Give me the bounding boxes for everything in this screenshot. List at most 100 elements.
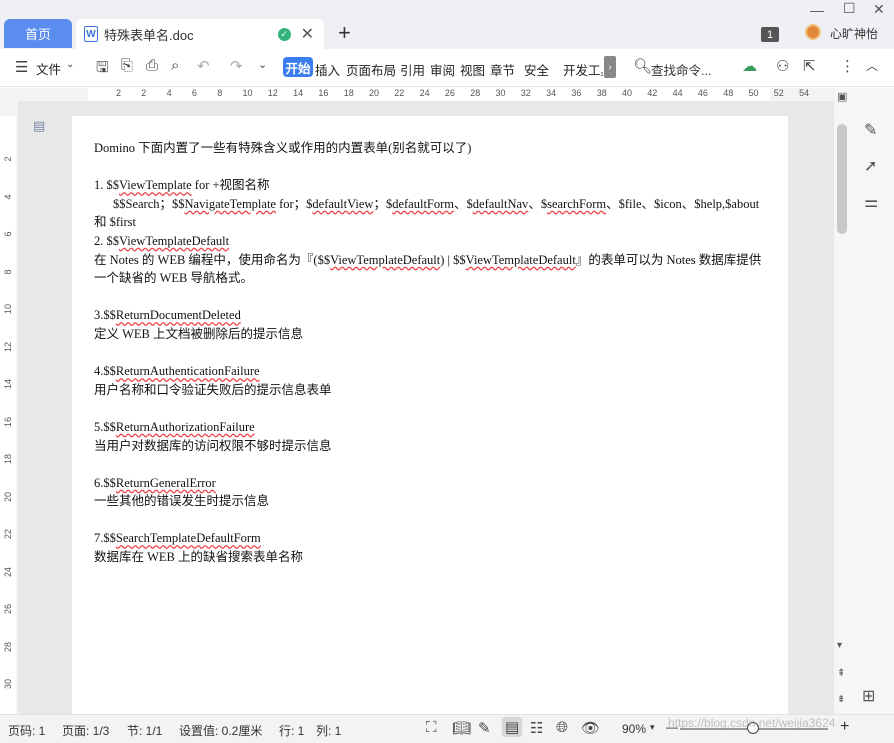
- tab-home[interactable]: 首页: [4, 19, 72, 48]
- search-command[interactable]: 查找命令...: [651, 60, 711, 79]
- cloud-sync-icon[interactable]: ☁: [742, 57, 757, 75]
- doc-line: 5.$$ReturnAuthorizationFailure: [94, 419, 255, 434]
- avatar[interactable]: [805, 24, 821, 40]
- ruler-tick: 42: [647, 88, 658, 98]
- ruler-tick: 44: [672, 88, 683, 98]
- ruler-tick: 34: [546, 88, 557, 98]
- grid-view-icon[interactable]: ⊞: [862, 686, 875, 706]
- ruler-tick: 46: [697, 88, 708, 98]
- ruler-tick: 20: [3, 491, 13, 502]
- doc-line: 3.$$ReturnDocumentDeleted: [94, 308, 241, 323]
- ruler-tick: 52: [773, 88, 784, 98]
- save-icon[interactable]: 🖫: [96, 57, 109, 82]
- pane-toggle-icon[interactable]: ▣: [837, 90, 847, 103]
- word-doc-icon: W: [84, 26, 98, 42]
- ruler-tick: 32: [520, 88, 531, 98]
- doc-line: 7.$$SearchTemplateDefaultForm: [94, 531, 261, 546]
- web-view-icon[interactable]: 🌐︎: [556, 719, 568, 736]
- doc-line: $$Search；$$NavigateTemplate for；$default…: [113, 196, 760, 211]
- saved-check-icon: ✓: [277, 27, 291, 41]
- maximize-button[interactable]: ☐: [843, 0, 856, 17]
- ruler-tick: 26: [444, 88, 455, 98]
- pen-mode-icon[interactable]: ✎: [478, 719, 491, 737]
- file-menu[interactable]: 文件: [36, 59, 61, 78]
- more-icon[interactable]: ⋮: [840, 57, 855, 75]
- doc-line: Domino 下面内置了一些有特殊含义或作用的内置表单(别名就可以了): [94, 141, 472, 155]
- tab-review[interactable]: 审阅: [430, 60, 455, 79]
- ruler-tick: 48: [723, 88, 734, 98]
- tab-start[interactable]: 开始: [283, 57, 313, 77]
- outline-view-icon[interactable]: ☷: [530, 719, 543, 737]
- page-style-icon[interactable]: ▤: [33, 118, 45, 134]
- tab-developer-tools[interactable]: 开发工具: [563, 60, 603, 79]
- tab-chapter[interactable]: 章节: [490, 60, 515, 79]
- close-window-button[interactable]: ✕: [873, 1, 885, 18]
- ruler-tick: 28: [3, 641, 13, 652]
- adjust-icon[interactable]: ⚌: [864, 192, 878, 212]
- tab-view[interactable]: 视图: [460, 60, 485, 79]
- ruler-tick: 22: [3, 529, 13, 540]
- page-view-icon[interactable]: ▤: [502, 717, 523, 737]
- ruler-tick: 16: [3, 416, 13, 427]
- undo-icon[interactable]: ↶: [197, 57, 210, 75]
- horizontal-ruler[interactable]: 2 2 4 6 8 10 12 14 16 18 20 22 24 26 28 30 32 34 36 38 40 42 4…: [88, 88, 809, 101]
- doc-line: [94, 344, 770, 363]
- add-tab-button[interactable]: +: [338, 20, 351, 46]
- doc-line: [94, 455, 770, 474]
- document-body[interactable]: Domino 下面内置了一些有特殊含义或作用的内置表单(别名就可以了) 1. $…: [94, 139, 770, 567]
- collapse-ribbon-icon[interactable]: ︿: [866, 57, 878, 74]
- doc-line: 和 $first: [94, 215, 137, 230]
- print-preview-icon[interactable]: ⌕: [171, 57, 179, 74]
- chevron-down-icon[interactable]: ⌄: [66, 59, 74, 70]
- ruler-tick: 2: [116, 88, 122, 98]
- tab-reference[interactable]: 引用: [400, 60, 425, 79]
- user-name[interactable]: 心旷神怡: [830, 25, 878, 42]
- section-info[interactable]: 节: 1/1: [127, 722, 162, 739]
- menu-icon[interactable]: ☰: [15, 58, 28, 76]
- edit-pen-icon[interactable]: ✎: [864, 120, 877, 140]
- watermark: https://blog.csdn.net/weijia3624: [668, 716, 836, 730]
- doc-line: 在 Notes 的 WEB 编程中，使用命名为『($$ViewTemplateD…: [94, 252, 762, 267]
- zoom-level[interactable]: 90%: [622, 722, 646, 736]
- zoom-in-button[interactable]: +: [840, 718, 849, 736]
- close-tab-icon[interactable]: ✕: [301, 24, 314, 44]
- eye-protection-icon[interactable]: 👁︎: [581, 719, 600, 737]
- zoom-dropdown-icon[interactable]: ▾: [650, 722, 655, 733]
- ruler-tick: 24: [3, 566, 13, 577]
- more-quick-icon[interactable]: ⌄: [258, 58, 267, 71]
- page-number[interactable]: 页码: 1: [8, 722, 45, 739]
- window-count-badge[interactable]: 1: [761, 27, 779, 42]
- ruler-tick: 18: [343, 88, 354, 98]
- select-cursor-icon[interactable]: ➚: [864, 156, 877, 176]
- tab-insert[interactable]: 插入: [315, 60, 340, 79]
- chevron-right-icon[interactable]: ›: [604, 56, 616, 78]
- doc-line: 4.$$ReturnAuthenticationFailure: [94, 364, 260, 379]
- tab-page-layout[interactable]: 页面布局: [346, 60, 396, 79]
- tab-security[interactable]: 安全: [524, 60, 549, 79]
- col-info[interactable]: 列: 1: [316, 722, 341, 739]
- page-count[interactable]: 页面: 1/3: [62, 722, 109, 739]
- doc-line: 用户名称和口令验证失败后的提示信息表单: [94, 382, 332, 397]
- tab-document[interactable]: W 特殊表单名.doc ✓ ✕: [76, 19, 324, 49]
- search-icon[interactable]: 🔍︎: [633, 57, 652, 75]
- vertical-ruler[interactable]: 2 4 6 8 10 12 14 16 18 20 22 24 26 28 30: [0, 116, 16, 714]
- vertical-scrollbar-thumb[interactable]: [837, 124, 847, 234]
- tab-document-title: 特殊表单名.doc: [104, 27, 194, 43]
- format-painter-icon[interactable]: ⎘: [121, 57, 133, 74]
- ruler-tick: 6: [3, 231, 13, 237]
- share-icon[interactable]: ⇱: [803, 57, 816, 75]
- read-mode-icon[interactable]: 📖︎: [452, 719, 471, 737]
- doc-line: 1. $$ViewTemplate for +视图名称: [94, 178, 270, 193]
- prev-page-icon[interactable]: ⇞: [837, 668, 845, 679]
- ruler-tick: 12: [3, 341, 13, 352]
- redo-icon[interactable]: ↷: [230, 57, 243, 75]
- minimize-button[interactable]: —: [810, 2, 824, 18]
- share-user-icon[interactable]: ⚇: [776, 57, 789, 75]
- row-info[interactable]: 行: 1: [279, 722, 304, 739]
- setting-value[interactable]: 设置值: 0.2厘米: [179, 722, 262, 739]
- next-page-icon[interactable]: ⇟: [837, 694, 845, 705]
- scroll-down-icon[interactable]: ▾: [837, 640, 842, 651]
- fullscreen-icon[interactable]: ⛶: [426, 719, 437, 736]
- print-icon[interactable]: ⎙: [146, 57, 158, 74]
- ruler-tick: 6: [191, 88, 197, 98]
